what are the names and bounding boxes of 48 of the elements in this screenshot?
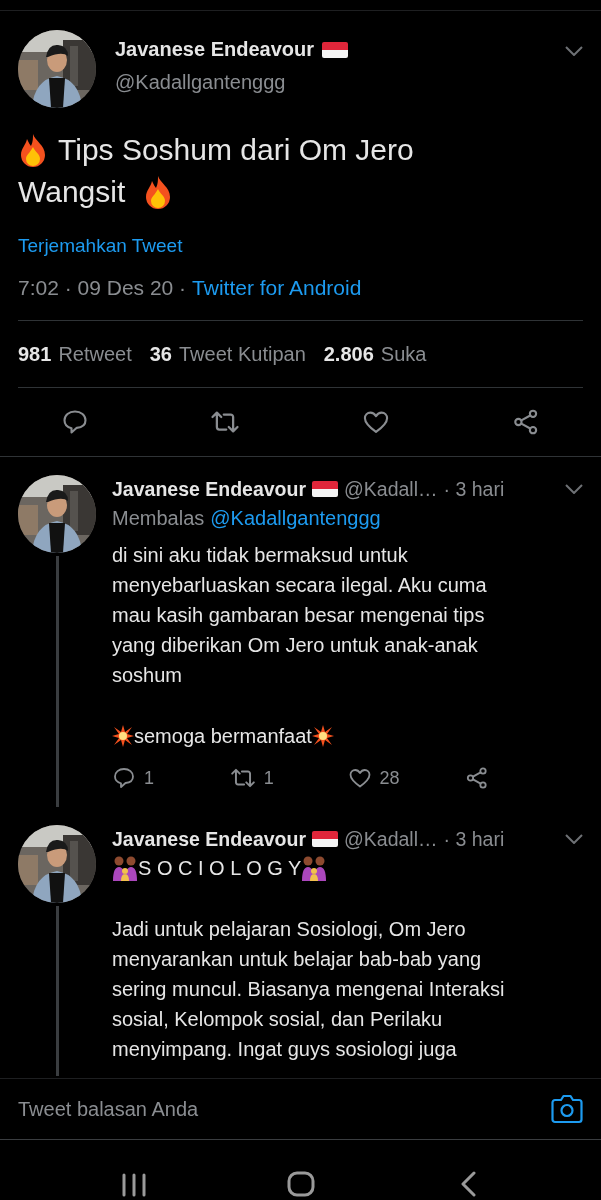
reply-text: semoga bermanfaat [134,724,312,748]
reply-time: · 3 hari [443,477,505,501]
mention-link[interactable]: @Kadallgantenggg [210,503,381,533]
source-link[interactable]: Twitter for Android [192,275,362,301]
home-icon[interactable] [286,1171,315,1197]
author-handle[interactable]: @Kadallgantenggg [115,71,546,94]
reply-count: 1 [144,767,154,789]
author-name[interactable]: Javanese Endeavour [112,827,307,851]
comment-icon[interactable] [61,408,90,436]
stat-count[interactable]: 36 [149,342,172,366]
tweet-text: Wangsit [18,174,126,210]
reply-heading: S O C I O L O G Y [138,856,302,880]
stat-label[interactable]: Tweet Kutipan [179,342,306,366]
reply-time: · 3 hari [443,827,505,851]
translate-link[interactable]: Terjemahkan Tweet [18,233,183,259]
flag-icon [312,830,339,848]
share-icon[interactable] [465,766,490,790]
camera-icon[interactable] [551,1094,583,1124]
recent-apps-icon[interactable] [120,1173,147,1197]
like-icon[interactable] [347,766,372,790]
author-name[interactable]: Javanese Endeavour [115,38,314,61]
family-icon [301,855,328,881]
author-handle[interactable]: @Kadall… [344,827,438,851]
stat-label[interactable]: Retweet [58,342,132,366]
timestamp: 7:02 · 09 Des 20 · [18,275,187,301]
retweet-count: 1 [263,767,274,789]
author-handle[interactable]: @Kadall… [344,477,438,501]
author-name[interactable]: Javanese Endeavour [112,477,307,501]
explosion-icon [112,725,134,747]
replying-label: Membalas [112,506,205,531]
comment-icon[interactable] [112,766,136,790]
reply-input-field[interactable]: Tweet balasan Anda [18,1097,541,1121]
like-count: 28 [379,767,400,789]
reply-text: di sini aku tidak bermaksud untuk menyebarluaskan secara ilegal. Aku cuma mau kasih gambaran besar mengenai tips yang diberikan Om Jero untuk anak-anak soshum [112,543,488,688]
fire-icon [18,133,48,167]
stat-count[interactable]: 2.806 [323,342,374,366]
stat-count[interactable]: 981 [18,342,52,366]
stat-label[interactable]: Suka [380,342,427,366]
chevron-down-icon[interactable] [565,46,583,56]
tweet-text: Tips Soshum dari Om Jero [58,132,414,168]
chevron-down-icon[interactable] [565,834,583,844]
flag-icon [322,40,348,59]
reply-text: Jadi untuk pelajaran Sosiologi, Om Jero menyarankan untuk belajar bab-bab yang sering muncul. Biasanya mengenai Interaksi sosial, Kelompok sosial, dan Perilaku menyimpang. Ingat guys sosiologi juga [112,917,506,1062]
family-icon [112,855,138,881]
flag-icon [312,480,339,498]
chevron-down-icon[interactable] [565,484,583,494]
explosion-icon [311,725,334,747]
share-icon[interactable] [511,408,540,436]
